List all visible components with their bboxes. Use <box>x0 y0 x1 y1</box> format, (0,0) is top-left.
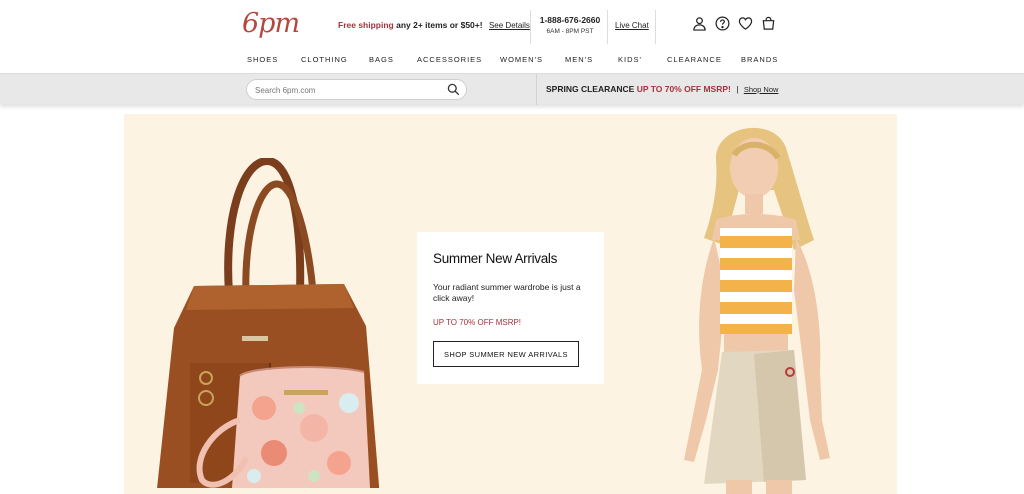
clearance-banner: SPRING CLEARANCE UP TO 70% OFF MSRP! | S… <box>546 84 778 94</box>
search-box <box>246 79 467 100</box>
shipping-promo: Free shipping any 2+ items or $50+! See … <box>338 20 530 30</box>
help-icon[interactable] <box>715 16 730 31</box>
shop-now-link[interactable]: Shop Now <box>744 85 779 94</box>
live-chat-link[interactable]: Live Chat <box>615 21 649 30</box>
phone-contact: 1-888-676-2660 6AM - 8PM PST <box>538 15 602 35</box>
nav-item-clearance[interactable]: CLEARANCE <box>667 55 722 64</box>
search-input[interactable] <box>255 83 440 97</box>
site-header: 6pm Free shipping any 2+ items or $50+! … <box>0 0 1024 73</box>
promo-text: any 2+ items or $50+! <box>396 20 483 30</box>
model-image <box>684 127 830 494</box>
strip-divider <box>536 74 537 105</box>
header-icons <box>692 16 776 31</box>
site-logo[interactable]: 6pm <box>242 8 300 39</box>
nav-item-shoes[interactable]: SHOES <box>247 55 278 64</box>
heart-icon[interactable] <box>738 16 753 31</box>
hero-title: Summer New Arrivals <box>433 251 558 266</box>
phone-hours: 6AM - 8PM PST <box>546 28 594 35</box>
clearance-label: SPRING CLEARANCE <box>546 84 635 94</box>
promo-card: Summer New Arrivals Your radiant summer … <box>417 232 604 384</box>
nav-item-womens[interactable]: WOMEN'S <box>500 55 543 64</box>
shop-summer-arrivals-button[interactable]: SHOP SUMMER NEW ARRIVALS <box>433 341 579 367</box>
search-icon[interactable] <box>447 83 460 96</box>
nav-item-mens[interactable]: MEN'S <box>565 55 593 64</box>
promo-highlight: Free shipping <box>338 20 394 30</box>
header-divider <box>530 10 531 44</box>
nav-item-bags[interactable]: BAGS <box>369 55 394 64</box>
hero-banner[interactable]: Summer New Arrivals Your radiant summer … <box>124 114 897 494</box>
clearance-separator: | <box>736 84 739 94</box>
hero-sale-text: UP TO 70% OFF MSRP! <box>433 318 522 327</box>
hero-description: Your radiant summer wardrobe is just a c… <box>433 282 581 303</box>
clearance-highlight: UP TO 70% OFF MSRP! <box>636 84 731 94</box>
see-details-link[interactable]: See Details <box>489 21 530 30</box>
header-divider <box>607 10 608 44</box>
handbag-image <box>157 158 380 488</box>
nav-item-accessories[interactable]: ACCESSORIES <box>417 55 482 64</box>
account-icon[interactable] <box>692 16 707 31</box>
search-strip: SPRING CLEARANCE UP TO 70% OFF MSRP! | S… <box>0 73 1024 105</box>
main-nav: SHOES CLOTHING BAGS ACCESSORIES WOMEN'S … <box>0 55 1024 67</box>
cart-icon[interactable] <box>761 16 776 31</box>
nav-item-kids[interactable]: KIDS' <box>618 55 642 64</box>
phone-number[interactable]: 1-888-676-2660 <box>538 15 602 25</box>
nav-item-brands[interactable]: BRANDS <box>741 55 778 64</box>
header-divider <box>655 10 656 44</box>
nav-item-clothing[interactable]: CLOTHING <box>301 55 348 64</box>
